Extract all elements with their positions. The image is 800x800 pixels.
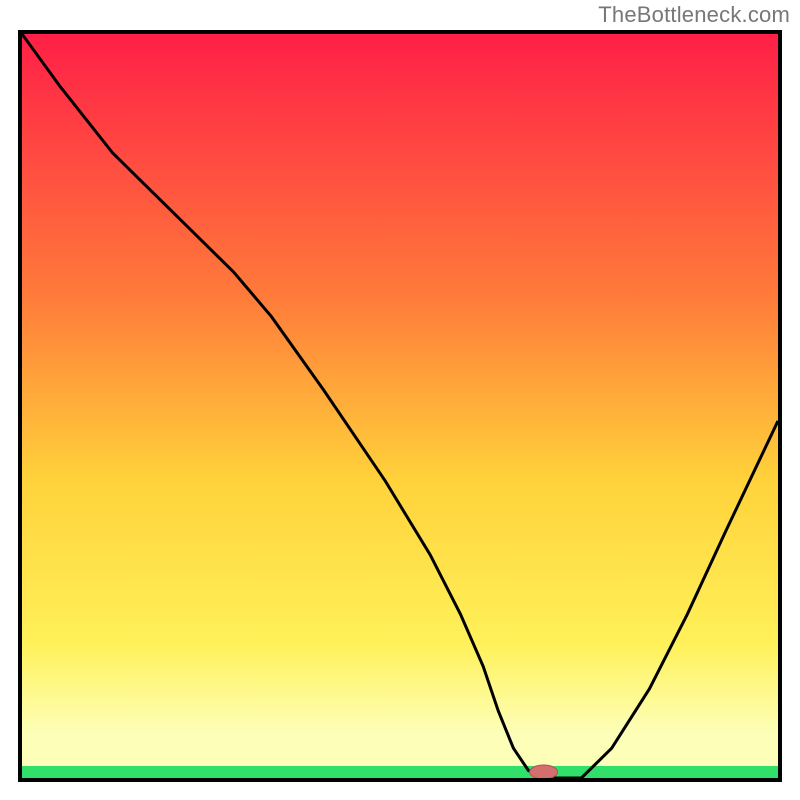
plot-area [22, 34, 778, 778]
chart-svg [22, 34, 778, 778]
optimum-marker [530, 765, 558, 778]
watermark-text: TheBottleneck.com [598, 2, 790, 28]
gradient-background [22, 34, 778, 778]
frame-edge [778, 30, 782, 782]
green-band [22, 766, 778, 778]
frame-edge [18, 778, 782, 782]
